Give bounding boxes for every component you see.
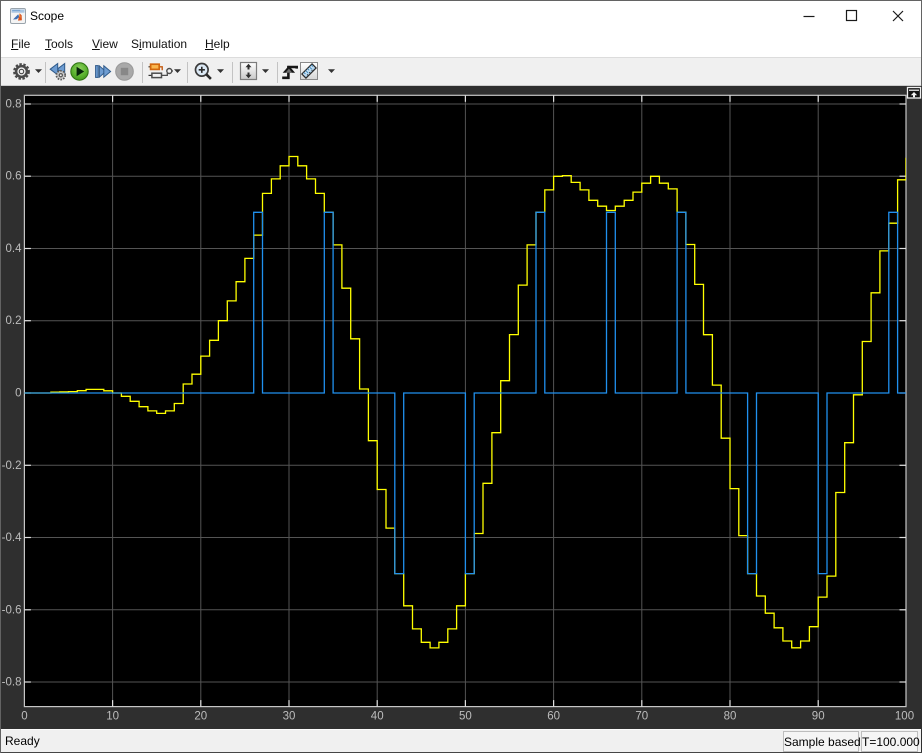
- svg-text:0.2: 0.2: [6, 315, 22, 327]
- svg-text:0.4: 0.4: [6, 243, 23, 255]
- svg-text:50: 50: [459, 710, 472, 722]
- svg-text:80: 80: [724, 710, 737, 722]
- svg-text:100: 100: [895, 710, 914, 722]
- svg-text:40: 40: [371, 710, 384, 722]
- svg-text:-0.6: -0.6: [2, 604, 22, 616]
- svg-text:-0.2: -0.2: [2, 460, 22, 472]
- svg-text:70: 70: [635, 710, 648, 722]
- svg-text:20: 20: [194, 710, 207, 722]
- svg-text:0.6: 0.6: [6, 171, 22, 183]
- svg-text:0: 0: [15, 388, 21, 400]
- svg-text:30: 30: [283, 710, 296, 722]
- svg-text:0: 0: [21, 710, 27, 722]
- svg-text:0.8: 0.8: [6, 99, 22, 111]
- svg-text:-0.8: -0.8: [2, 677, 22, 689]
- svg-text:60: 60: [547, 710, 560, 722]
- svg-text:90: 90: [812, 710, 825, 722]
- svg-text:10: 10: [106, 710, 119, 722]
- svg-text:-0.4: -0.4: [2, 532, 22, 544]
